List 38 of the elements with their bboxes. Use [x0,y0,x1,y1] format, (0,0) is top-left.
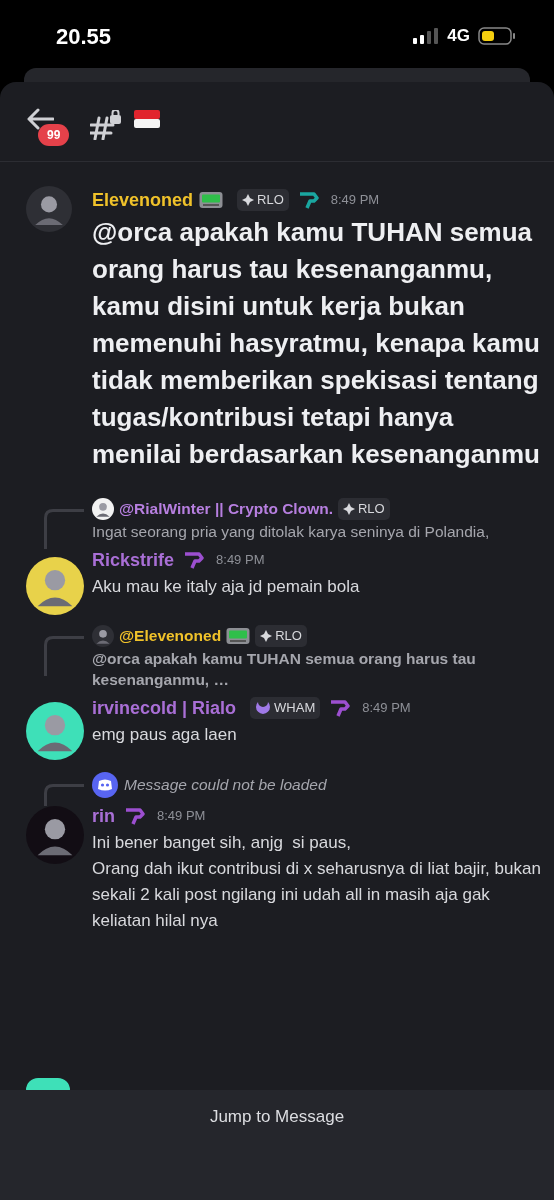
timestamp: 8:49 PM [216,551,265,570]
flag-icon [134,109,160,128]
tag-label: RLO [357,500,385,519]
back-arrow-icon[interactable] [26,107,54,130]
app-logo-icon [92,772,118,798]
reply-text[interactable]: Ingat seorang pria yang ditolak karya seninya di Polandia, [92,521,544,542]
unread-badge: 99 [38,123,70,146]
crescent-icon [255,700,272,716]
author-name[interactable]: rin [92,802,115,830]
author-name[interactable]: Rickstrife [92,546,175,574]
signal-icon [413,28,440,44]
reply-connector [44,636,84,676]
network-label: 4G [447,25,470,48]
reply-text[interactable]: @orca apakah kamu TUHAN semua orang harus tau kesenanganmu, … [92,648,544,690]
message-text: emg paus aga laen [92,724,238,746]
reply-connector [44,509,84,549]
reply-author[interactable]: @RialWinter || Crypto Clown. [119,497,333,521]
tag-label: WHAM [274,699,316,718]
reply-connector [44,784,84,806]
timestamp: 8:49 PM [330,191,380,210]
tag-label: RLO [275,627,302,646]
jump-to-message-button[interactable]: Jump to Message [209,1104,345,1130]
reply-text: Message could not be loaded [124,775,327,796]
tag-label: RLO [257,191,284,210]
message-text: Ini bener banget sih, anjg si paus, Orang dah ikut contribusi di x seharusnya di liat bajir, bukan sekali 2 kali post ngilang ini udah all in masih aja gak keliatan hilal nya [92,832,542,932]
timestamp: 8:49 PM [157,807,206,826]
timestamp: 8:49 PM [362,699,411,718]
diamond-icon [260,630,273,642]
author-name[interactable]: irvinecold | Rialo [92,694,237,722]
locked-channel-icon [90,109,122,140]
diamond-icon [242,194,255,206]
message-text: @orca apakah kamu TUHAN semua orang harus tau kesenanganmu, kamu disini untuk kerja bukan memenuhi hasyratmu, kenapa kamu tidak memberikan spekisasi tentang tugas/kontribusi tetapi hanya menilai berdasarkan kesenanganmu [92,216,541,471]
author-name[interactable]: Elevenoned [92,186,194,214]
clock-time: 20.55 [56,22,112,51]
message-text: Aku mau ke italy aja jd pemain bola [92,576,361,598]
battery-icon [478,27,516,45]
reply-author[interactable]: @Elevenoned [119,624,222,648]
diamond-icon [342,503,355,515]
